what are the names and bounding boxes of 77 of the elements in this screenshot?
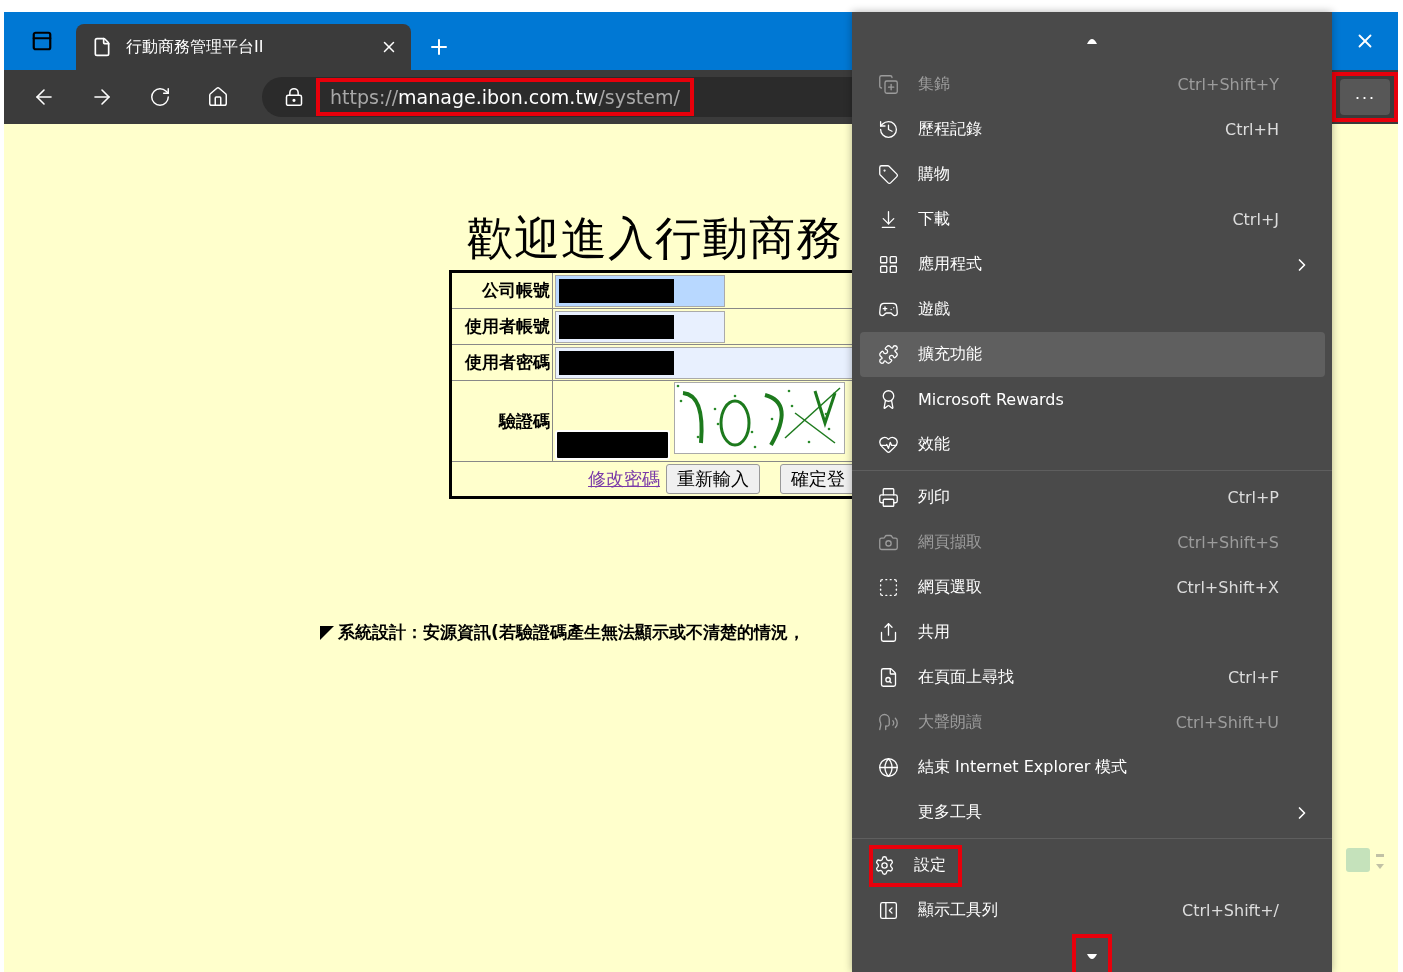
menu-item[interactable]: 設定	[860, 843, 1325, 888]
shortcut-text: Ctrl+F	[1227, 668, 1279, 687]
toolbar-panel-icon	[877, 900, 899, 921]
menu-item-label: 結束 Internet Explorer 模式	[918, 757, 1128, 778]
menu-item[interactable]: 結束 Internet Explorer 模式	[860, 745, 1325, 790]
menu-item-label: 大聲朗讀	[918, 712, 982, 733]
menu-item[interactable]: 列印 Ctrl+P	[860, 475, 1325, 520]
history-icon	[877, 119, 899, 140]
globe-icon	[877, 757, 899, 778]
menu-item-label: 設定	[914, 855, 946, 876]
field-label: 使用者密碼	[450, 344, 553, 381]
shortcut-text: Ctrl+J	[1232, 210, 1279, 229]
menu-item-label: 遊戲	[918, 299, 950, 320]
menu-item-label: 在頁面上尋找	[918, 667, 1014, 688]
shortcut-text: Ctrl+H	[1225, 120, 1279, 139]
grid-icon	[877, 254, 899, 275]
menu-item[interactable]: 更多工具	[860, 790, 1325, 835]
captcha-input-field[interactable]	[555, 430, 670, 460]
heart-pulse-icon	[877, 434, 899, 455]
menu-item-label: 共用	[918, 622, 950, 643]
menu-item-label: 購物	[918, 164, 950, 185]
camera-icon	[877, 532, 899, 553]
shortcut-text: Ctrl+Shift+U	[1175, 713, 1279, 732]
home-icon	[207, 86, 229, 108]
menu-item-label: 應用程式	[918, 254, 982, 275]
menu-item[interactable]: 共用	[860, 610, 1325, 655]
field-label: 驗證碼	[450, 380, 553, 462]
form-button[interactable]: 重新輸入	[666, 464, 760, 494]
browser-tab[interactable]: 行動商務管理平台II	[76, 24, 411, 70]
shortcut-text: Ctrl+P	[1227, 488, 1279, 507]
menu-item[interactable]: 效能	[860, 422, 1325, 467]
tag-icon	[877, 164, 899, 185]
tab-panel-icon	[31, 30, 53, 52]
menu-item[interactable]: 顯示工具列 Ctrl+Shift+/	[860, 888, 1325, 933]
printer-icon	[877, 487, 899, 508]
shortcut-text: Ctrl+Shift+S	[1177, 533, 1279, 552]
menu-item-label: 更多工具	[918, 802, 982, 823]
puzzle-icon	[877, 344, 899, 365]
menu-item-label: 歷程記錄	[918, 119, 982, 140]
menu-item-label: Microsoft Rewards	[918, 390, 1064, 409]
url-text[interactable]: https://manage.ibon.com.tw/system/	[320, 82, 690, 112]
scroll-down-icon[interactable]	[1072, 934, 1112, 972]
menu-item-label: 集錦	[918, 74, 950, 95]
page-title: 歡迎進入行動商務	[467, 212, 843, 264]
collection-add-icon	[877, 74, 899, 95]
menu-item[interactable]: 在頁面上尋找 Ctrl+F	[860, 655, 1325, 700]
dashed-square-icon	[877, 577, 899, 598]
menu-item[interactable]: 擴充功能	[860, 332, 1325, 377]
read-aloud-icon	[877, 712, 899, 733]
lock-icon	[284, 87, 304, 107]
menu-item[interactable]: 下載 Ctrl+J	[860, 197, 1325, 242]
menu-item-label: 效能	[918, 434, 950, 455]
menu-item[interactable]: 應用程式	[860, 242, 1325, 287]
corner-triangle-icon	[320, 625, 334, 640]
menu-item-label: 顯示工具列	[918, 900, 998, 921]
menu-item-label: 擴充功能	[918, 344, 982, 365]
menu-item[interactable]: 網頁選取 Ctrl+Shift+X	[860, 565, 1325, 610]
menu-item[interactable]: Microsoft Rewards	[860, 377, 1325, 422]
field-label: 使用者帳號	[450, 308, 553, 345]
menu-item-label: 網頁擷取	[918, 532, 982, 553]
footer-text: 系統設計：安源資訊(若驗證碼產生無法顯示或不清楚的情況，	[338, 621, 805, 644]
menu-item[interactable]: 購物	[860, 152, 1325, 197]
menu-item-label: 網頁選取	[918, 577, 982, 598]
more-button[interactable]: ···	[1340, 79, 1390, 115]
change-password-link[interactable]: 修改密碼	[588, 467, 660, 491]
shortcut-text: Ctrl+Shift+Y	[1177, 75, 1279, 94]
menu-item-label: 列印	[918, 487, 950, 508]
input-field[interactable]	[555, 274, 725, 307]
settings-icon	[873, 855, 895, 876]
field-label: 公司帳號	[450, 271, 553, 309]
refresh-icon	[149, 86, 171, 108]
input-field[interactable]	[555, 310, 725, 343]
page-icon	[92, 37, 112, 57]
menu-item[interactable]: 遊戲	[860, 287, 1325, 332]
shortcut-text: Ctrl+Shift+/	[1181, 901, 1279, 920]
shortcut-text: Ctrl+Shift+X	[1176, 578, 1279, 597]
menu-item-label: 下載	[918, 209, 950, 230]
